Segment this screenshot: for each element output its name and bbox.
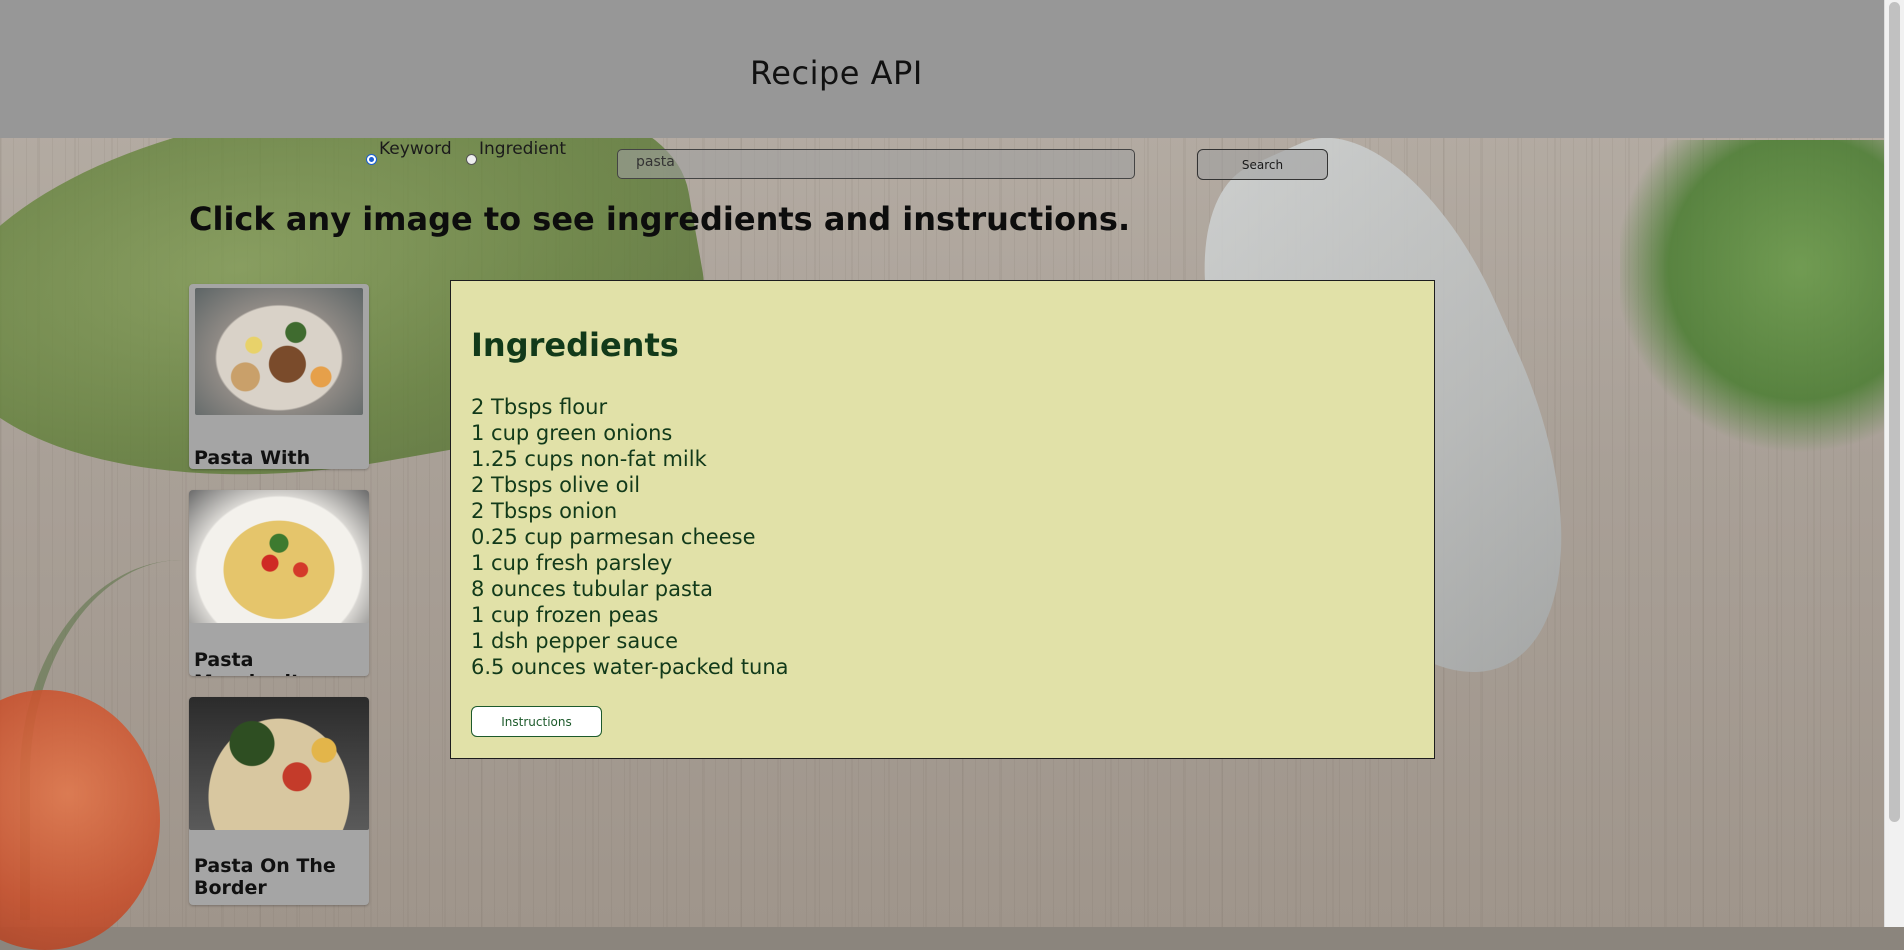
keyword-radio-label: Keyword — [379, 139, 452, 159]
scrollbar-thumb[interactable] — [1889, 2, 1900, 822]
instructions-button[interactable]: Instructions — [471, 706, 602, 737]
ingredient-item: 2 Tbsps olive oil — [471, 473, 641, 497]
ingredient-radio[interactable] — [466, 154, 477, 165]
ingredient-item: 1 dsh pepper sauce — [471, 629, 679, 653]
header-banner: Recipe API — [0, 0, 1885, 138]
background-parsley — [1620, 140, 1904, 460]
recipe-card[interactable]: Pasta On The Border — [189, 697, 369, 905]
recipe-title[interactable]: Pasta On The Border — [189, 855, 369, 899]
search-option-ingredient[interactable]: Ingredient — [466, 138, 566, 165]
page-scrollbar[interactable] — [1884, 0, 1904, 927]
recipe-card[interactable]: Pasta Margherita — [189, 490, 369, 676]
ingredients-panel: Ingredients 2 Tbsps flour 1 cup green on… — [450, 280, 1435, 759]
recipe-title[interactable]: Pasta Margherita — [189, 649, 369, 676]
recipe-card[interactable]: Pasta With Tuna — [189, 284, 369, 469]
page-title: Recipe API — [750, 54, 923, 92]
ingredient-item: 2 Tbsps onion — [471, 499, 618, 523]
ingredient-item: 0.25 cup parmesan cheese — [471, 525, 756, 549]
ingredient-item: 6.5 ounces water-packed tuna — [471, 655, 789, 679]
search-button[interactable]: Search — [1197, 149, 1328, 180]
ingredient-item: 1.25 cups non-fat milk — [471, 447, 707, 471]
ingredient-radio-label: Ingredient — [479, 139, 567, 159]
recipe-image[interactable] — [195, 288, 363, 415]
ingredients-title: Ingredients — [471, 326, 679, 364]
ingredient-item: 8 ounces tubular pasta — [471, 577, 714, 601]
ingredient-item: 2 Tbsps flour — [471, 395, 608, 419]
recipe-image[interactable] — [189, 697, 369, 830]
recipe-image[interactable] — [189, 490, 369, 623]
ingredient-list: 2 Tbsps flour 1 cup green onions 1.25 cu… — [471, 394, 1414, 680]
search-input[interactable]: pasta — [617, 149, 1135, 179]
search-option-keyword[interactable]: Keyword — [366, 138, 452, 165]
ingredient-item: 1 cup fresh parsley — [471, 551, 673, 575]
recipe-title[interactable]: Pasta With Tuna — [189, 447, 369, 469]
ingredient-item: 1 cup frozen peas — [471, 603, 659, 627]
ingredient-item: 1 cup green onions — [471, 421, 673, 445]
keyword-radio[interactable] — [366, 154, 377, 165]
instruction-heading: Click any image to see ingredients and i… — [189, 200, 1131, 238]
